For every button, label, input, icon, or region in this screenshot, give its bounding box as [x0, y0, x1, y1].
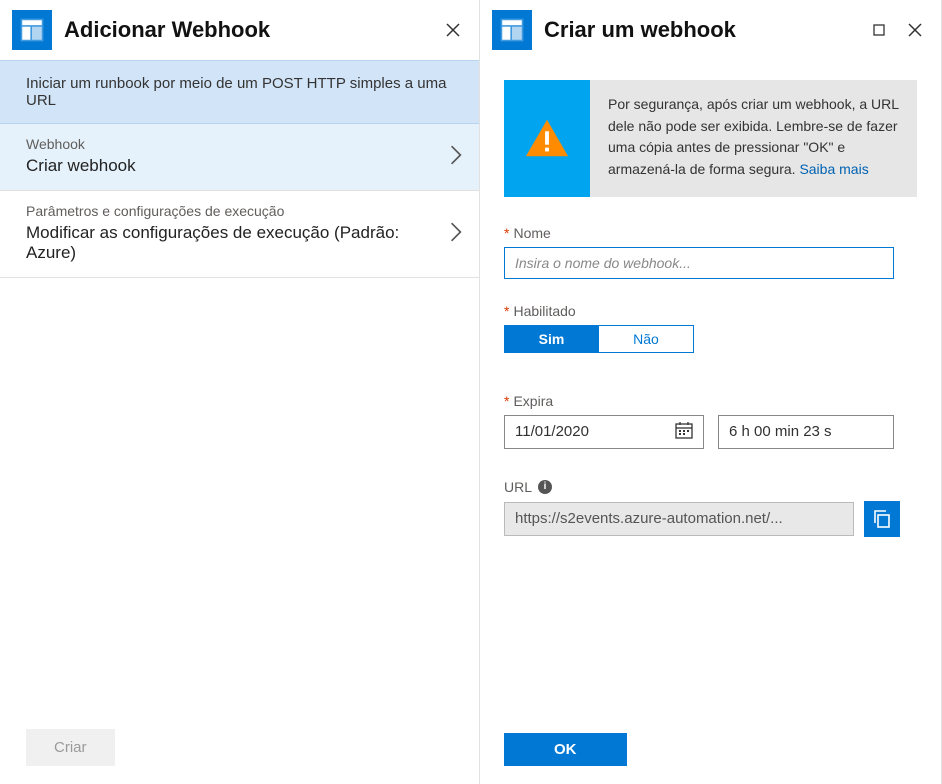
left-header: Adicionar Webhook — [0, 0, 479, 60]
list-item-webhook[interactable]: Webhook Criar webhook — [0, 124, 479, 191]
warning-icon — [504, 80, 590, 197]
close-button[interactable] — [905, 20, 925, 40]
warning-box: Por segurança, após criar um webhook, a … — [504, 80, 917, 197]
url-readonly: https://s2events.azure-automation.net/..… — [504, 502, 854, 536]
list-item-params[interactable]: Parâmetros e configurações de execução M… — [0, 191, 479, 278]
url-label: URL — [504, 479, 532, 495]
expires-date-value: 11/01/2020 — [515, 423, 589, 440]
copy-button[interactable] — [864, 501, 900, 537]
right-header: Criar um webhook — [480, 0, 941, 60]
warning-text: Por segurança, após criar um webhook, a … — [590, 80, 917, 197]
webhook-icon — [12, 10, 52, 50]
url-field: URL i https://s2events.azure-automation.… — [504, 479, 917, 537]
left-title: Adicionar Webhook — [64, 17, 431, 43]
list-item-small: Webhook — [26, 136, 449, 152]
right-title: Criar um webhook — [544, 17, 857, 43]
expires-label: Expira — [513, 393, 553, 409]
name-field: *Nome — [504, 225, 917, 279]
create-button[interactable]: Criar — [26, 729, 115, 766]
close-button[interactable] — [443, 20, 463, 40]
restore-button[interactable] — [869, 20, 889, 40]
list-item-big: Criar webhook — [26, 156, 449, 176]
webhook-icon — [492, 10, 532, 50]
right-body: Por segurança, após criar um webhook, a … — [480, 60, 941, 719]
add-webhook-panel: Adicionar Webhook Iniciar um runbook por… — [0, 0, 480, 784]
chevron-right-icon — [449, 144, 463, 169]
expires-time-input[interactable]: 6 h 00 min 23 s — [718, 415, 894, 449]
toggle-yes[interactable]: Sim — [504, 325, 599, 353]
enabled-toggle: Sim Não — [504, 325, 917, 353]
name-input[interactable] — [504, 247, 894, 279]
name-label: Nome — [513, 225, 550, 241]
chevron-right-icon — [449, 221, 463, 246]
list-item-big: Modificar as configurações de execução (… — [26, 223, 449, 263]
expires-field: *Expira 11/01/2020 6 h 00 min 23 s — [504, 393, 917, 449]
toggle-no[interactable]: Não — [599, 325, 694, 353]
info-banner: Iniciar um runbook por meio de um POST H… — [0, 60, 479, 124]
calendar-icon — [675, 421, 693, 443]
right-footer: OK — [480, 719, 941, 784]
list-item-small: Parâmetros e configurações de execução — [26, 203, 449, 219]
expires-date-input[interactable]: 11/01/2020 — [504, 415, 704, 449]
create-webhook-panel: Criar um webhook Por segurança, após cri… — [480, 0, 942, 784]
enabled-field: *Habilitado Sim Não — [504, 303, 917, 353]
left-footer: Criar — [0, 715, 479, 784]
learn-more-link[interactable]: Saiba mais — [799, 161, 868, 177]
expires-time-value: 6 h 00 min 23 s — [729, 423, 832, 440]
ok-button[interactable]: OK — [504, 733, 627, 766]
info-icon[interactable]: i — [538, 480, 552, 494]
enabled-label: Habilitado — [513, 303, 575, 319]
